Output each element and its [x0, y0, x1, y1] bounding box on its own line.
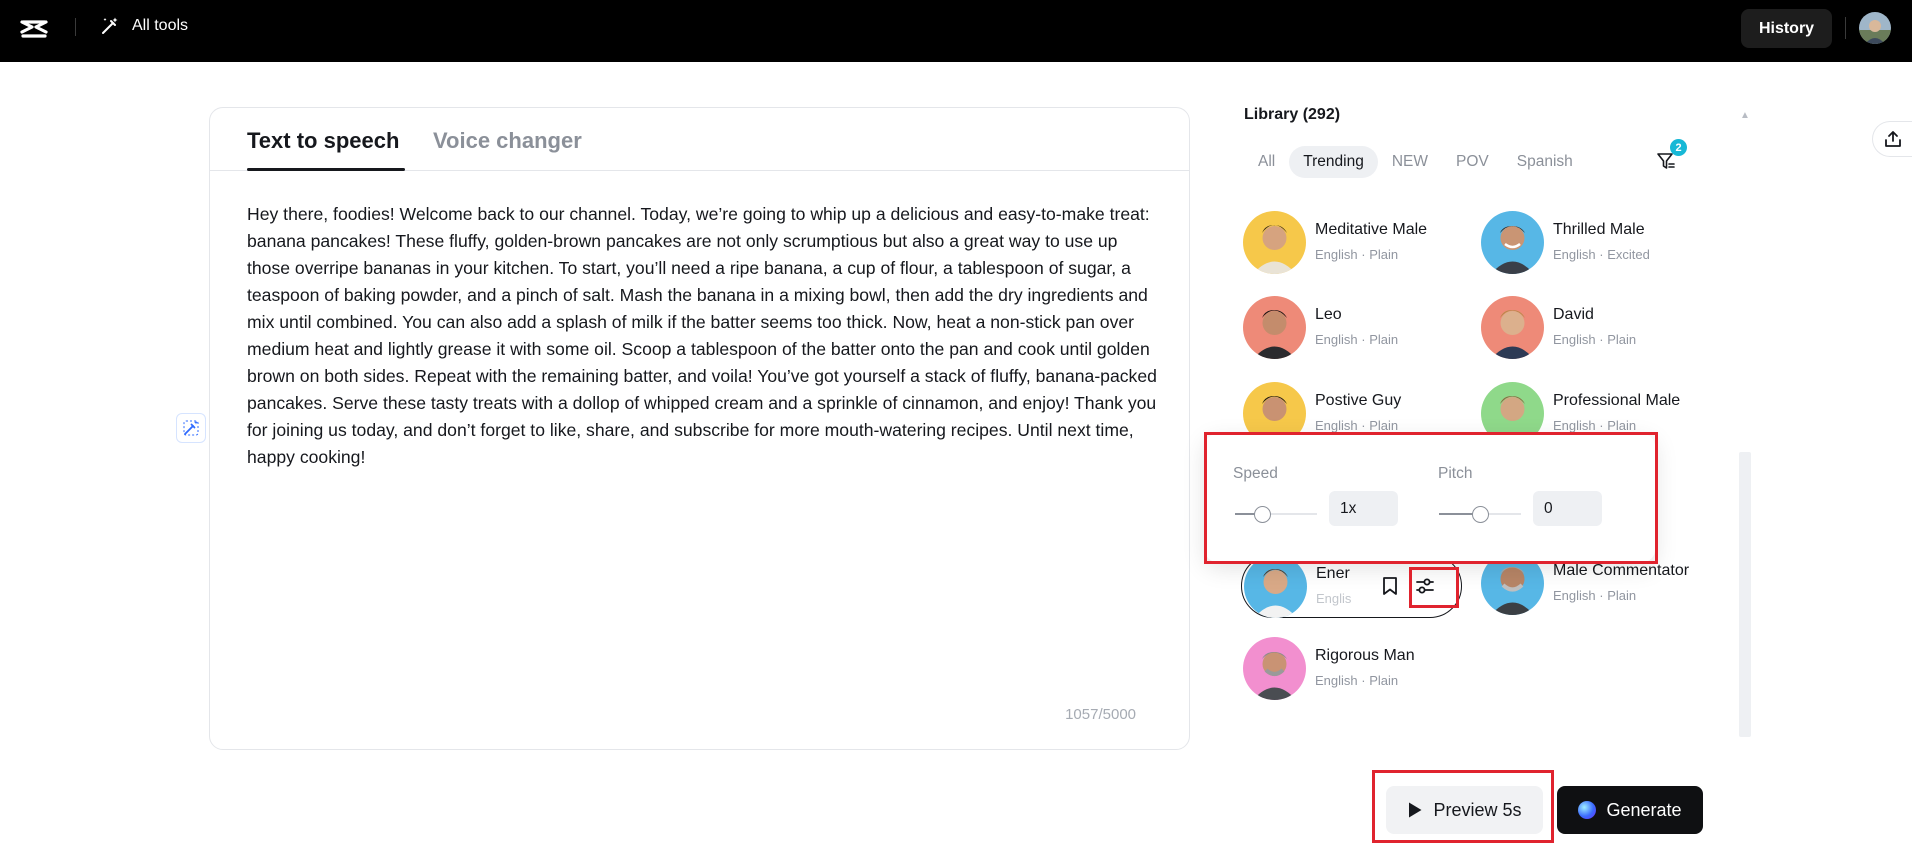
- voice-name: Professional Male: [1553, 392, 1681, 409]
- voice-name: Ener: [1316, 565, 1350, 582]
- voice-avatar: [1481, 211, 1544, 274]
- voice-card[interactable]: David English · Plain: [1481, 292, 1711, 362]
- voice-settings-popover: Speed Pitch: [1205, 434, 1655, 562]
- voice-avatar: [1243, 211, 1306, 274]
- voice-avatar: [1243, 637, 1306, 700]
- editor-tabs: Text to speech Voice changer: [210, 108, 1189, 171]
- tab-voice-changer[interactable]: Voice changer: [433, 128, 582, 154]
- all-tools-label: All tools: [132, 17, 189, 34]
- tab-text-to-speech[interactable]: Text to speech: [247, 128, 399, 154]
- character-count: 1057/5000: [1065, 706, 1136, 723]
- voice-card[interactable]: Rigorous Man English · Plain: [1243, 633, 1473, 703]
- script-textarea[interactable]: Hey there, foodies! Welcome back to our …: [247, 201, 1157, 471]
- voice-name: Rigorous Man: [1315, 647, 1415, 664]
- generate-label: Generate: [1606, 799, 1682, 820]
- voice-card[interactable]: Thrilled Male English · Excited: [1481, 207, 1711, 277]
- preview-label: Preview 5s: [1433, 799, 1522, 820]
- upload-icon[interactable]: [1872, 121, 1912, 157]
- topbar-divider-2: [1845, 17, 1846, 39]
- pitch-input[interactable]: [1533, 491, 1602, 526]
- generate-button[interactable]: Generate: [1557, 786, 1703, 834]
- voice-avatar: [1481, 296, 1544, 359]
- voice-name: Male Commentator: [1553, 562, 1690, 579]
- pitch-label: Pitch: [1438, 465, 1473, 482]
- filter-trending[interactable]: Trending: [1289, 146, 1378, 178]
- scroll-up-icon[interactable]: ▲: [1740, 110, 1750, 121]
- voice-meta: English · Plain: [1315, 247, 1399, 262]
- voice-meta: English · Plain: [1315, 418, 1399, 433]
- library-scrollbar[interactable]: [1739, 452, 1751, 737]
- top-bar: All tools History: [0, 0, 1912, 62]
- voice-meta: English · Excited: [1553, 247, 1650, 262]
- filter-pov[interactable]: POV: [1442, 146, 1503, 178]
- voice-card[interactable]: Meditative Male English · Plain: [1243, 207, 1473, 277]
- history-button[interactable]: History: [1741, 9, 1832, 48]
- pitch-slider-handle[interactable]: [1472, 506, 1489, 523]
- play-icon: [1409, 802, 1422, 818]
- magic-wand-icon: [102, 17, 118, 34]
- voice-meta: Englis: [1316, 591, 1352, 606]
- voice-name: Leo: [1315, 306, 1342, 323]
- active-tab-indicator: [247, 168, 405, 171]
- voice-meta: English · Plain: [1315, 332, 1399, 347]
- voice-card-selected[interactable]: Ener Englis: [1241, 554, 1462, 618]
- pitch-slider[interactable]: [1439, 506, 1521, 523]
- speed-slider-handle[interactable]: [1254, 506, 1272, 523]
- voice-card[interactable]: Leo English · Plain: [1243, 292, 1473, 362]
- filter-count-badge: 2: [1670, 139, 1687, 156]
- voice-name: Postive Guy: [1315, 392, 1402, 409]
- voice-name: Meditative Male: [1315, 221, 1428, 238]
- voice-meta: English · Plain: [1553, 332, 1637, 347]
- voice-avatar: [1244, 555, 1307, 618]
- filter-new[interactable]: NEW: [1378, 146, 1442, 178]
- all-tools-button[interactable]: All tools: [100, 16, 188, 36]
- speed-label: Speed: [1233, 465, 1278, 482]
- filter-all[interactable]: All: [1244, 146, 1289, 178]
- editor-card: Text to speech Voice changer Hey there, …: [209, 107, 1190, 750]
- voice-meta: English · Plain: [1315, 673, 1399, 688]
- speed-input[interactable]: [1329, 491, 1398, 526]
- capcut-logo-icon[interactable]: [18, 14, 50, 46]
- voice-name: Thrilled Male: [1553, 221, 1645, 238]
- topbar-divider: [75, 18, 76, 36]
- preview-button[interactable]: Preview 5s: [1386, 786, 1543, 834]
- generate-orb-icon: [1578, 801, 1597, 819]
- speed-slider[interactable]: [1235, 506, 1317, 523]
- voice-settings-icon[interactable]: [1410, 571, 1440, 601]
- voice-name: David: [1553, 306, 1594, 323]
- library-filters: All Trending NEW POV Spanish: [1244, 146, 1587, 178]
- bookmark-icon[interactable]: [1375, 571, 1405, 601]
- user-avatar[interactable]: [1859, 12, 1891, 44]
- voice-meta: English · Plain: [1553, 588, 1637, 603]
- library-title: Library (292): [1244, 106, 1341, 123]
- ai-rewrite-icon[interactable]: [176, 413, 206, 443]
- voice-meta: English · Plain: [1553, 418, 1637, 433]
- filter-spanish[interactable]: Spanish: [1503, 146, 1587, 178]
- voice-avatar: [1243, 296, 1306, 359]
